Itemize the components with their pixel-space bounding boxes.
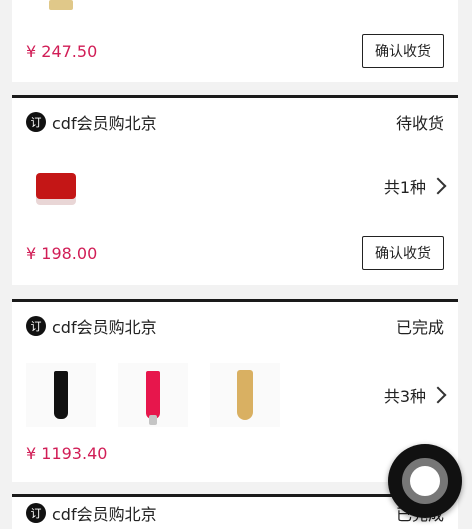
order-header: 订 cdf会员购北京 待收货 bbox=[12, 98, 458, 146]
order-price: ¥ 198.00 bbox=[26, 243, 98, 263]
order-status: 已完成 bbox=[395, 318, 444, 337]
product-image bbox=[36, 173, 76, 199]
shop-name-label: cdf会员购北京 bbox=[52, 318, 157, 337]
shop-name[interactable]: 订 cdf会员购北京 bbox=[26, 110, 157, 134]
product-thumb[interactable] bbox=[210, 363, 280, 427]
shop-name[interactable]: 订 cdf会员购北京 bbox=[26, 314, 157, 338]
order-card[interactable]: 订 cdf会员购北京 已完成 bbox=[12, 494, 458, 529]
item-count-label: 共1种 bbox=[383, 178, 426, 197]
order-status: 待收货 bbox=[395, 114, 444, 133]
product-image bbox=[54, 371, 68, 419]
product-image bbox=[146, 371, 160, 425]
product-row[interactable]: 共3种 bbox=[12, 350, 458, 440]
order-card[interactable]: ¥ 247.50 确认收货 bbox=[12, 0, 458, 82]
shop-name-label: cdf会员购北京 bbox=[52, 505, 157, 524]
shop-name-label: cdf会员购北京 bbox=[52, 114, 157, 133]
product-image bbox=[237, 370, 253, 420]
order-icon: 订 bbox=[26, 112, 46, 132]
order-footer: ¥ 198.00 确认收货 bbox=[12, 226, 458, 280]
floating-assistive-button[interactable] bbox=[388, 444, 462, 518]
assistive-touch-icon bbox=[402, 458, 448, 504]
product-thumb[interactable] bbox=[118, 363, 188, 427]
order-card[interactable]: 订 cdf会员购北京 待收货 共1种 ¥ 198.00 确认收货 bbox=[12, 95, 458, 285]
chevron-right-icon bbox=[429, 386, 447, 404]
product-thumb[interactable] bbox=[26, 0, 96, 24]
product-row[interactable] bbox=[12, 0, 458, 24]
confirm-receipt-button[interactable]: 确认收货 bbox=[362, 34, 444, 68]
item-count[interactable]: 共1种 bbox=[383, 174, 447, 198]
product-image bbox=[49, 0, 73, 10]
order-icon: 订 bbox=[26, 316, 46, 336]
order-icon: 订 bbox=[26, 503, 46, 523]
product-thumb[interactable] bbox=[26, 363, 96, 427]
product-row[interactable]: 共1种 bbox=[12, 146, 458, 226]
confirm-receipt-button[interactable]: 确认收货 bbox=[362, 236, 444, 270]
order-header: 订 cdf会员购北京 已完成 bbox=[12, 302, 458, 350]
order-header: 订 cdf会员购北京 已完成 bbox=[12, 497, 458, 529]
item-count[interactable]: 共3种 bbox=[383, 383, 447, 407]
item-count-label: 共3种 bbox=[383, 387, 426, 406]
chevron-right-icon bbox=[429, 177, 447, 195]
product-thumbs bbox=[26, 363, 302, 427]
shop-name[interactable]: 订 cdf会员购北京 bbox=[26, 501, 157, 525]
order-card[interactable]: 订 cdf会员购北京 已完成 共3种 ¥ 1193.40 bbox=[12, 299, 458, 482]
order-price: ¥ 1193.40 bbox=[26, 444, 108, 463]
product-thumb[interactable] bbox=[26, 154, 86, 218]
order-footer: ¥ 247.50 确认收货 bbox=[12, 24, 458, 78]
order-price: ¥ 247.50 bbox=[26, 41, 98, 61]
